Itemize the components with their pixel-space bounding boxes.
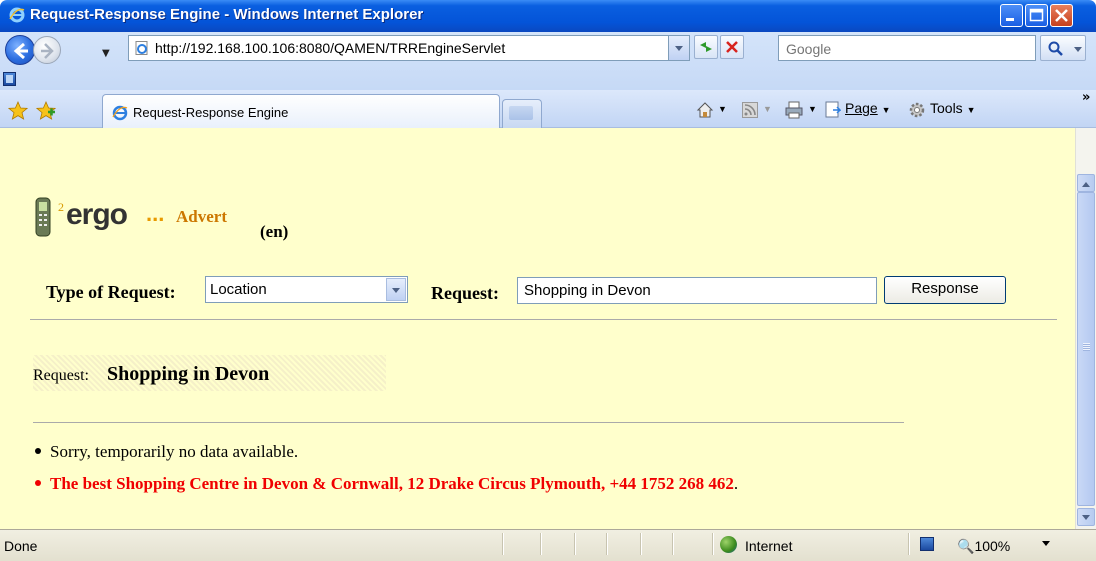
phone-logo-icon bbox=[35, 197, 51, 237]
minimize-button[interactable] bbox=[1000, 4, 1023, 27]
result-period: . bbox=[733, 474, 739, 493]
globe-icon bbox=[720, 536, 737, 553]
address-url[interactable]: http://192.168.100.106:8080/QAMEN/TRREng… bbox=[155, 40, 505, 56]
zoom-dropdown[interactable] bbox=[1042, 541, 1050, 550]
back-arrow-icon bbox=[13, 42, 28, 60]
links-toolbar-icon[interactable] bbox=[3, 72, 16, 86]
protected-mode-icon[interactable] bbox=[920, 537, 934, 551]
request-echo: Request: Shopping in Devon bbox=[33, 355, 386, 391]
tab-request-response-engine[interactable]: Request-Response Engine bbox=[102, 94, 500, 128]
ergo-advert-logo: 2 ergo ... Advert bbox=[30, 194, 256, 242]
search-icon bbox=[1048, 41, 1063, 56]
request-label: Request: bbox=[431, 283, 499, 303]
divider bbox=[33, 422, 904, 423]
ie-logo-icon bbox=[9, 7, 25, 23]
bullet-icon bbox=[35, 480, 41, 487]
status-bar: Done Internet 🔍100% bbox=[0, 529, 1096, 561]
tools-menu[interactable]: Tools ▼ bbox=[930, 100, 976, 116]
result-item-highlighted: The best Shopping Centre in Devon & Corn… bbox=[35, 474, 738, 494]
back-button[interactable] bbox=[5, 35, 35, 65]
search-input[interactable] bbox=[784, 37, 1028, 61]
scroll-up-button[interactable] bbox=[1077, 174, 1095, 192]
tab-label: Request-Response Engine bbox=[133, 105, 289, 120]
vertical-scrollbar[interactable] bbox=[1075, 128, 1096, 529]
forward-arrow-icon bbox=[41, 43, 54, 59]
address-bar[interactable]: http://192.168.100.106:8080/QAMEN/TRREng… bbox=[128, 35, 690, 61]
add-favorites-icon[interactable] bbox=[36, 101, 56, 121]
response-button[interactable]: Response bbox=[884, 276, 1006, 304]
page-icon bbox=[135, 41, 148, 55]
zoom-level[interactable]: 🔍100% bbox=[957, 538, 1010, 555]
divider bbox=[30, 319, 1057, 320]
home-dropdown[interactable]: ▼ bbox=[718, 104, 727, 114]
chevron-down-icon[interactable] bbox=[386, 278, 406, 301]
feeds-icon[interactable] bbox=[742, 102, 758, 118]
print-dropdown[interactable]: ▼ bbox=[808, 104, 817, 114]
tools-menu-label: Tools bbox=[930, 100, 963, 116]
page-menu-label: Page bbox=[845, 100, 878, 116]
home-icon[interactable] bbox=[696, 101, 714, 119]
search-button[interactable] bbox=[1040, 35, 1086, 61]
new-tab-button[interactable] bbox=[502, 99, 542, 128]
refresh-button[interactable] bbox=[694, 35, 718, 59]
request-input[interactable] bbox=[522, 281, 876, 300]
type-of-request-label: Type of Request: bbox=[46, 282, 176, 302]
close-button[interactable] bbox=[1050, 4, 1073, 27]
ie-tab-icon bbox=[112, 105, 128, 121]
request-echo-label: Request: bbox=[33, 367, 89, 384]
status-text: Done bbox=[4, 538, 38, 554]
minimize-icon bbox=[1006, 18, 1014, 21]
maximize-icon bbox=[1029, 8, 1044, 22]
logo-dots: ... bbox=[146, 201, 165, 226]
logo-superscript: 2 bbox=[58, 200, 64, 214]
status-separator bbox=[574, 533, 576, 555]
scroll-thumb[interactable] bbox=[1077, 192, 1095, 506]
tab-command-bar: Request-Response Engine ▼ ▼ ▼ Page ▼ Too… bbox=[0, 90, 1096, 128]
bullet-icon bbox=[35, 448, 41, 455]
forward-button[interactable] bbox=[33, 36, 61, 64]
page-menu-icon bbox=[825, 101, 841, 118]
type-of-request-select[interactable]: Location bbox=[205, 276, 408, 303]
logo-advert: Advert bbox=[176, 207, 227, 226]
status-separator bbox=[540, 533, 542, 555]
scroll-down-button[interactable] bbox=[1077, 508, 1095, 526]
result-text: The best Shopping Centre in Devon & Corn… bbox=[50, 474, 734, 493]
print-icon[interactable] bbox=[785, 101, 803, 119]
address-dropdown-button[interactable] bbox=[668, 36, 689, 60]
stop-icon bbox=[726, 41, 738, 53]
search-options-dropdown[interactable] bbox=[1073, 42, 1083, 54]
navigation-bar: ▼ http://192.168.100.106:8080/QAMEN/TRRE… bbox=[0, 32, 1096, 90]
status-separator bbox=[502, 533, 504, 555]
request-field[interactable] bbox=[517, 277, 877, 304]
type-of-request-value: Location bbox=[210, 281, 267, 298]
security-zone[interactable]: Internet bbox=[745, 538, 792, 554]
close-icon bbox=[1055, 9, 1068, 22]
search-box[interactable] bbox=[778, 35, 1036, 61]
page-content: 2 ergo ... Advert (en) Type of Request: … bbox=[0, 128, 1075, 529]
request-echo-value: Shopping in Devon bbox=[107, 363, 270, 385]
feeds-dropdown[interactable]: ▼ bbox=[763, 104, 772, 114]
stop-button[interactable] bbox=[720, 35, 744, 59]
recent-pages-dropdown[interactable]: ▼ bbox=[102, 48, 110, 59]
window-title: Request-Response Engine - Windows Intern… bbox=[30, 6, 424, 23]
maximize-button[interactable] bbox=[1025, 4, 1048, 27]
status-separator bbox=[908, 533, 910, 555]
status-separator bbox=[712, 533, 714, 555]
logo-ergo: ergo bbox=[66, 198, 128, 231]
status-separator bbox=[606, 533, 608, 555]
window-titlebar[interactable]: Request-Response Engine - Windows Intern… bbox=[0, 0, 1096, 32]
refresh-icon bbox=[700, 42, 712, 52]
status-separator bbox=[672, 533, 674, 555]
favorites-star-icon[interactable] bbox=[8, 101, 28, 121]
status-separator bbox=[640, 533, 642, 555]
zoom-value: 100% bbox=[974, 538, 1011, 554]
more-commands-chevron[interactable]: » bbox=[1082, 90, 1090, 105]
result-text: Sorry, temporarily no data available. bbox=[50, 442, 299, 461]
language-indicator: (en) bbox=[260, 222, 289, 241]
result-item: Sorry, temporarily no data available. bbox=[35, 442, 298, 462]
tools-gear-icon bbox=[909, 102, 925, 118]
page-menu[interactable]: Page ▼ bbox=[845, 100, 891, 116]
